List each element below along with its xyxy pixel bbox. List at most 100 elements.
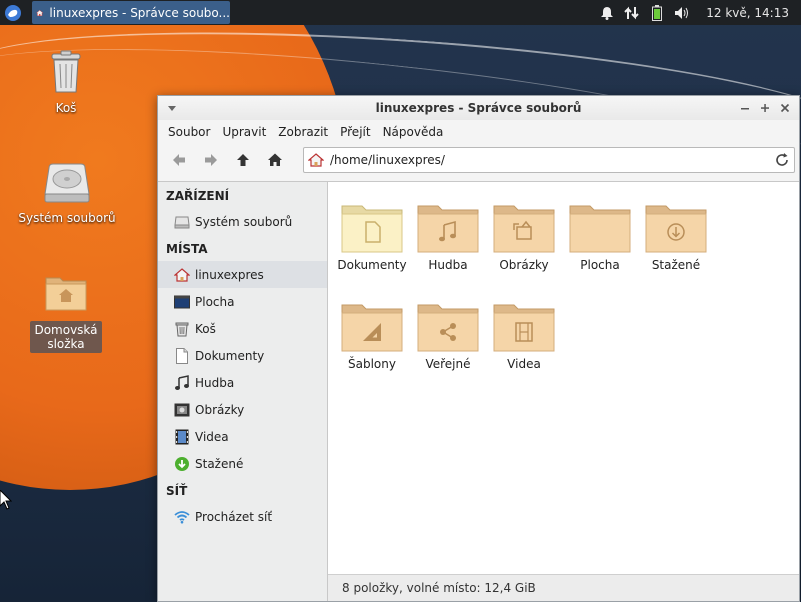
sidebar-item-label: Koš [195,321,216,336]
location-bar[interactable] [303,147,795,173]
toolbar [158,144,799,176]
folder-music-icon [417,205,479,253]
folder-public-icon [417,304,479,352]
folder-dokumenty[interactable]: Dokumenty [334,200,410,272]
sidebar-item-label: Obrázky [195,402,245,417]
home-folder-label-line2: složka [47,337,85,351]
bell-icon[interactable] [598,4,616,22]
location-input[interactable] [330,153,760,167]
battery-icon[interactable] [648,4,666,22]
sidebar-item-videa[interactable]: Videa [158,423,327,450]
picture-icon [174,402,190,418]
folder-plocha[interactable]: Plocha [562,200,638,272]
folder-label: Dokumenty [337,258,407,272]
menubar: Soubor Upravit Zobrazit Přejít Nápověda [158,120,799,144]
sidebar-item-label: Hudba [195,375,235,390]
menu-napoveda[interactable]: Nápověda [377,125,450,139]
folder-label: Veřejné [425,357,471,371]
taskbar-window-title: linuxexpres - Správce soubo... [49,5,230,20]
home-button[interactable] [259,146,291,174]
folder-videos-icon [493,304,555,352]
network-icon[interactable] [623,4,641,22]
sidebar-item-plocha[interactable]: Plocha [158,288,327,315]
window-title: linuxexpres - Správce souborů [375,101,582,115]
trash-icon [174,321,190,337]
sidebar-section-places: MÍSTA [166,242,208,256]
folder-obrazky[interactable]: Obrázky [486,200,562,272]
sidebar-item-label: Videa [195,429,229,444]
xfce-menu-icon[interactable] [3,3,23,23]
forward-button[interactable] [195,146,227,174]
desktop-icon-home-folder[interactable]: Domovská složka [30,270,102,353]
home-folder-label-line1: Domovská [34,323,98,337]
sidebar-section-network: SÍŤ [166,484,188,498]
folder-sablony[interactable]: Šablony [334,299,410,371]
folder-label: Stažené [651,258,701,272]
document-icon [174,347,190,364]
music-icon [174,374,190,391]
sidebar-item-label: Procházet síť [195,509,273,524]
desktop-icon [174,294,190,310]
reload-icon[interactable] [774,152,790,168]
menu-upravit[interactable]: Upravit [216,125,272,139]
home-icon [174,267,190,283]
sidebar-item-kos[interactable]: Koš [158,315,327,342]
folder-verejne[interactable]: Veřejné [410,299,486,371]
arrow-right-icon [205,154,217,166]
folder-label: Plocha [580,258,620,272]
home-folder-icon [45,277,87,311]
folder-templates-icon [341,304,403,352]
folder-stazene[interactable]: Stažené [638,200,714,272]
sidebar-item-obrazky[interactable]: Obrázky [158,396,327,423]
up-button[interactable] [227,146,259,174]
folder-documents-icon [341,205,403,253]
desktop-icon-trash[interactable]: Koš [36,50,96,115]
window-body: ZAŘÍZENÍ Systém souborů MÍSTA linuxexpre… [158,181,799,602]
trash-icon [51,50,81,93]
folder-label: Hudba [428,258,468,272]
folder-label: Šablony [348,357,396,371]
sidebar-item-dokumenty[interactable]: Dokumenty [158,342,327,369]
folder-hudba[interactable]: Hudba [410,200,486,272]
folder-label: Obrázky [499,258,549,272]
sidebar-item-hudba[interactable]: Hudba [158,369,327,396]
file-manager-window: linuxexpres - Správce souborů Soubor Upr… [157,95,800,602]
clock[interactable]: 12 kvě, 14:13 [706,6,789,20]
close-icon[interactable] [777,100,793,116]
drive-icon [174,214,190,230]
volume-icon[interactable] [673,4,691,22]
status-bar: 8 položky, volné místo: 12,4 GiB [328,574,799,601]
sidebar-item-stazene[interactable]: Stažené [158,450,327,477]
sidebar: ZAŘÍZENÍ Systém souborů MÍSTA linuxexpre… [158,182,328,601]
system-tray: 12 kvě, 14:13 [598,0,801,25]
folder-icon [569,205,631,253]
sidebar-item-prochazet-sit[interactable]: Procházet síť [158,503,327,530]
sidebar-item-linuxexpres[interactable]: linuxexpres [158,261,327,288]
maximize-icon[interactable] [757,100,773,116]
menu-soubor[interactable]: Soubor [162,125,216,139]
mouse-cursor-icon [0,490,12,510]
drive-icon [44,163,90,203]
folder-label: Videa [507,357,541,371]
sidebar-item-label: Plocha [195,294,235,309]
arrow-up-icon [237,154,249,166]
menu-prejit[interactable]: Přejít [334,125,376,139]
sidebar-item-label: Dokumenty [195,348,265,363]
folder-pictures-icon [493,205,555,253]
back-button[interactable] [163,146,195,174]
sidebar-item-label: Stažené [195,456,244,471]
minimize-icon[interactable] [737,100,753,116]
folder-download-icon [645,205,707,253]
titlebar[interactable]: linuxexpres - Správce souborů [158,96,799,120]
sidebar-section-devices: ZAŘÍZENÍ [166,189,230,203]
sidebar-item-label: linuxexpres [195,267,264,282]
menu-zobrazit[interactable]: Zobrazit [272,125,334,139]
wifi-icon [174,509,190,525]
taskbar-window-button[interactable]: linuxexpres - Správce soubo... [32,1,230,24]
file-view[interactable]: Dokumenty Hudba Obrázky Plocha Stažené Š… [328,182,799,574]
desktop-icon-filesystem[interactable]: Systém souborů [18,160,116,225]
top-panel: linuxexpres - Správce soubo... 12 kvě, 1… [0,0,801,25]
sidebar-item-filesystem[interactable]: Systém souborů [158,208,327,235]
desktop-icon-filesystem-label: Systém souborů [18,211,116,225]
folder-videa[interactable]: Videa [486,299,562,371]
